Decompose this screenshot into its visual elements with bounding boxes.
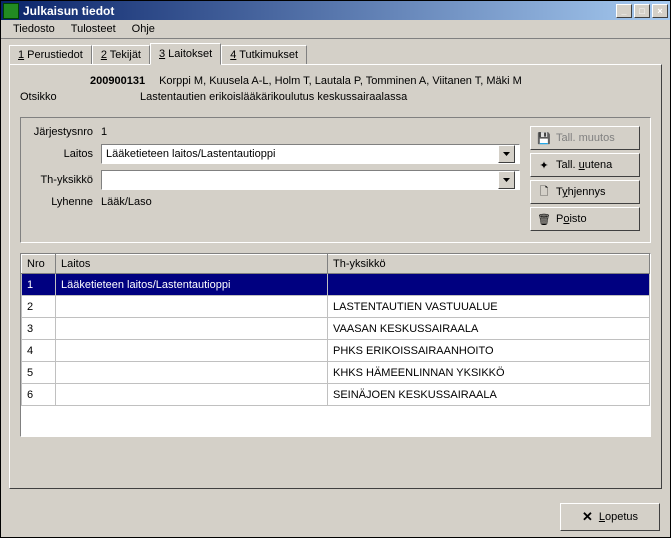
poisto-button[interactable]: 🗑 Poisto: [530, 207, 640, 231]
laitos-dropdown-value: Lääketieteen laitos/Lastentautioppi: [106, 148, 275, 160]
thyksikko-label: Th-yksikkö: [31, 174, 101, 186]
authors: Korppi M, Kuusela A-L, Holm T, Lautala P…: [159, 75, 522, 87]
titlebar: Julkaisun tiedot _ □ ×: [1, 1, 670, 20]
otsikko-label: Otsikko: [20, 91, 80, 103]
lyhenne-value: Lääk/Laso: [101, 196, 152, 208]
tyhjennys-button[interactable]: 🗋 Tyhjennys: [530, 180, 640, 204]
cell-thyk: VAASAN KESKUSSAIRAALA: [328, 318, 650, 340]
cell-nro: 4: [22, 340, 56, 362]
lopetus-button[interactable]: ✕ Lopetus: [560, 503, 660, 531]
tab-content: 200900131 Korppi M, Kuusela A-L, Holm T,…: [9, 64, 662, 489]
tab-perustiedot[interactable]: 1 Perustiedot: [9, 45, 92, 64]
header-row2: Otsikko Lastentautien erikoislääkärikoul…: [20, 91, 651, 103]
footer: ✕ Lopetus: [1, 497, 670, 537]
table-row[interactable]: 2 LASTENTAUTIEN VASTUUALUE: [22, 296, 650, 318]
table-row[interactable]: 5 KHKS HÄMEENLINNAN YKSIKKÖ: [22, 362, 650, 384]
cell-nro: 3: [22, 318, 56, 340]
tab-tekijat[interactable]: 2 Tekijät: [92, 45, 150, 64]
cell-nro: 6: [22, 384, 56, 406]
window-title: Julkaisun tiedot: [23, 4, 614, 18]
cell-laitos: [56, 362, 328, 384]
cell-laitos: [56, 296, 328, 318]
app-icon: [3, 3, 19, 19]
tall-muutos-button[interactable]: 💾 Tall. muutos: [530, 126, 640, 150]
cell-thyk: SEINÄJOEN KESKUSSAIRAALA: [328, 384, 650, 406]
cell-thyk: KHKS HÄMEENLINNAN YKSIKKÖ: [328, 362, 650, 384]
cell-laitos: [56, 318, 328, 340]
cell-thyk: PHKS ERIKOISSAIRAANHOITO: [328, 340, 650, 362]
table-row[interactable]: 1Lääketieteen laitos/Lastentautioppi: [22, 274, 650, 296]
content-area: 1 Perustiedot 2 Tekijät 3 Laitokset 4 Tu…: [1, 39, 670, 497]
laitos-dropdown[interactable]: Lääketieteen laitos/Lastentautioppi: [101, 144, 520, 164]
table-row[interactable]: 6 SEINÄJOEN KESKUSSAIRAALA: [22, 384, 650, 406]
thyksikko-dropdown[interactable]: [101, 170, 520, 190]
otsikko-value: Lastentautien erikoislääkärikoulutus kes…: [140, 91, 407, 103]
jarjestysnro-value: 1: [101, 126, 107, 138]
save-icon: 💾: [537, 132, 551, 145]
jarjestysnro-label: Järjestysnro: [31, 126, 101, 138]
menu-tulosteet[interactable]: Tulosteet: [63, 21, 124, 37]
tab-laitokset[interactable]: 3 Laitokset: [150, 43, 221, 65]
lyhenne-label: Lyhenne: [31, 196, 101, 208]
sparkle-icon: ✦: [537, 159, 551, 172]
cell-laitos: [56, 384, 328, 406]
cell-thyk: LASTENTAUTIEN VASTUUALUE: [328, 296, 650, 318]
col-laitos[interactable]: Laitos: [56, 255, 328, 274]
close-button[interactable]: ×: [652, 4, 668, 18]
tab-strip: 1 Perustiedot 2 Tekijät 3 Laitokset 4 Tu…: [9, 43, 662, 64]
cell-laitos: [56, 340, 328, 362]
laitokset-table: Nro Laitos Th-yksikkö 1Lääketieteen lait…: [21, 254, 650, 406]
button-column: 💾 Tall. muutos ✦ Tall. uutena 🗋 Tyhjenny…: [530, 126, 640, 234]
record-id: 200900131: [90, 75, 145, 87]
menu-tiedosto[interactable]: Tiedosto: [5, 21, 63, 37]
close-icon: ✕: [582, 509, 593, 525]
laitos-label: Laitos: [31, 148, 101, 160]
header-row1: 200900131 Korppi M, Kuusela A-L, Holm T,…: [20, 75, 651, 87]
minimize-button[interactable]: _: [616, 4, 632, 18]
table-row[interactable]: 3 VAASAN KESKUSSAIRAALA: [22, 318, 650, 340]
form-fields: Järjestysnro 1 Laitos Lääketieteen laito…: [31, 126, 520, 234]
col-thyksikko[interactable]: Th-yksikkö: [328, 255, 650, 274]
tall-uutena-button[interactable]: ✦ Tall. uutena: [530, 153, 640, 177]
document-icon: 🗋: [537, 183, 551, 202]
menu-ohje[interactable]: Ohje: [124, 21, 163, 37]
col-nro[interactable]: Nro: [22, 255, 56, 274]
trash-icon: 🗑: [537, 213, 551, 226]
cell-laitos: Lääketieteen laitos/Lastentautioppi: [56, 274, 328, 296]
tab-tutkimukset[interactable]: 4 Tutkimukset: [221, 45, 307, 64]
cell-nro: 2: [22, 296, 56, 318]
table-wrapper: Nro Laitos Th-yksikkö 1Lääketieteen lait…: [20, 253, 651, 437]
form-area: Järjestysnro 1 Laitos Lääketieteen laito…: [20, 117, 651, 243]
cell-nro: 5: [22, 362, 56, 384]
chevron-down-icon[interactable]: [498, 171, 515, 189]
table-row[interactable]: 4 PHKS ERIKOISSAIRAANHOITO: [22, 340, 650, 362]
cell-thyk: [328, 274, 650, 296]
menubar: Tiedosto Tulosteet Ohje: [1, 20, 670, 39]
maximize-button[interactable]: □: [634, 4, 650, 18]
chevron-down-icon[interactable]: [498, 145, 515, 163]
app-window: Julkaisun tiedot _ □ × Tiedosto Tulostee…: [0, 0, 671, 538]
cell-nro: 1: [22, 274, 56, 296]
